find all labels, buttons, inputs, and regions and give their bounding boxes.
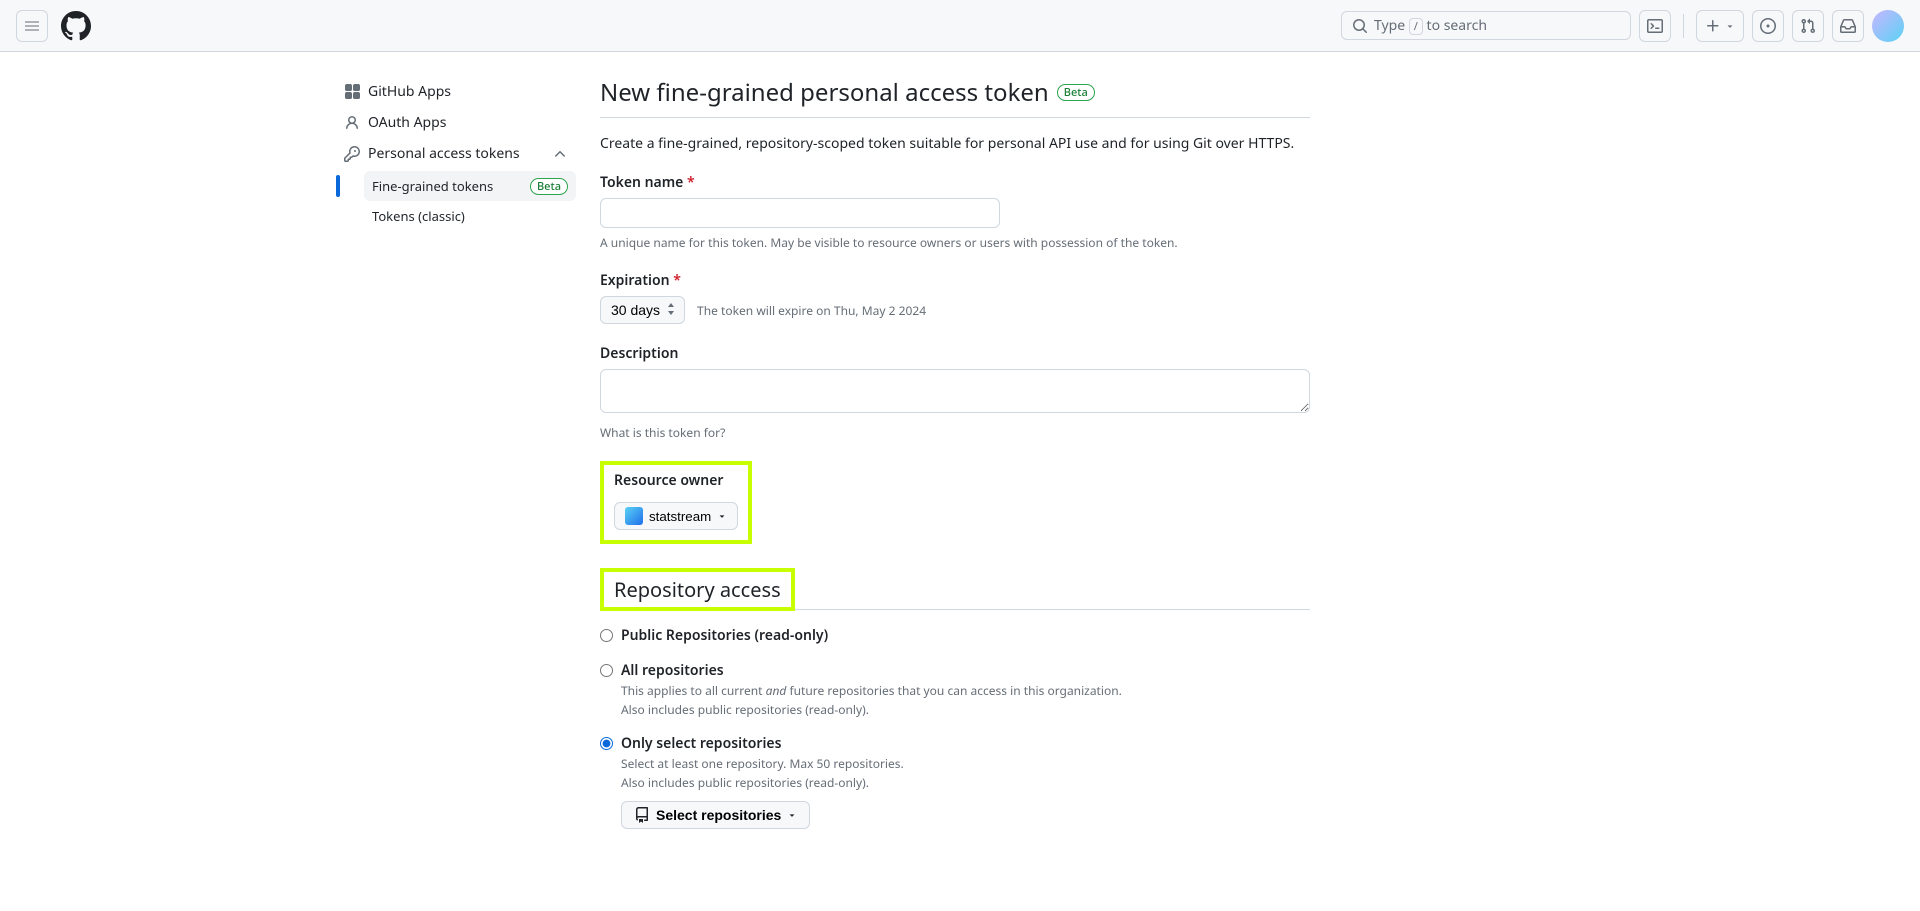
sidebar-sub-label: Fine-grained tokens <box>372 177 493 195</box>
command-palette-button[interactable] <box>1639 10 1671 42</box>
select-repositories-button[interactable]: Select repositories <box>621 801 810 829</box>
triangle-down-icon <box>787 810 797 820</box>
header-right: Type / to search <box>1341 10 1904 42</box>
sidebar-item-label: Personal access tokens <box>368 144 520 163</box>
radio-select-input[interactable] <box>600 737 613 750</box>
resource-owner-avatar <box>625 507 643 525</box>
radio-select-desc: Select at least one repository. Max 50 r… <box>621 755 1310 772</box>
sidebar-item-pat[interactable]: Personal access tokens <box>336 138 576 169</box>
radio-select-label: Only select repositories <box>621 734 782 753</box>
repository-access-section: Repository access Public Repositories (r… <box>600 568 1310 829</box>
expiration-note: The token will expire on Thu, May 2 2024 <box>697 302 926 319</box>
issues-icon <box>1760 18 1776 34</box>
description-textarea[interactable] <box>600 369 1310 413</box>
page-title-text: New fine-grained personal access token <box>600 76 1049 109</box>
token-name-input[interactable] <box>600 198 1000 228</box>
page-intro: Create a fine-grained, repository-scoped… <box>600 134 1310 153</box>
hamburger-menu-button[interactable] <box>16 10 48 42</box>
github-icon <box>61 11 91 41</box>
beta-badge: Beta <box>530 178 568 195</box>
title-beta-badge: Beta <box>1057 84 1095 101</box>
header-divider <box>1683 14 1684 38</box>
inbox-icon <box>1840 18 1856 34</box>
pull-requests-button[interactable] <box>1792 10 1824 42</box>
triangle-down-icon <box>717 511 727 521</box>
pull-request-icon <box>1800 18 1816 34</box>
sidebar-item-oauth-apps[interactable]: OAuth Apps <box>336 107 576 138</box>
search-icon <box>1352 18 1368 34</box>
radio-all-desc: This applies to all current and future r… <box>621 682 1310 699</box>
header-left <box>16 10 92 42</box>
issues-button[interactable] <box>1752 10 1784 42</box>
select-repo-label: Select repositories <box>656 807 781 823</box>
notifications-button[interactable] <box>1832 10 1864 42</box>
select-arrows-icon <box>666 303 676 315</box>
radio-all-input[interactable] <box>600 664 613 677</box>
sidebar-item-label: GitHub Apps <box>368 82 451 101</box>
chevron-up-icon <box>552 146 568 162</box>
token-name-label: Token name * <box>600 173 695 192</box>
title-divider <box>600 117 1310 118</box>
radio-select-repos: Only select repositories Select at least… <box>600 734 1310 829</box>
user-avatar[interactable] <box>1872 10 1904 42</box>
plus-icon <box>1705 18 1721 34</box>
page-title: New fine-grained personal access token B… <box>600 76 1310 117</box>
terminal-icon <box>1647 18 1663 34</box>
search-box[interactable]: Type / to search <box>1341 11 1631 40</box>
radio-public-label: Public Repositories (read-only) <box>621 626 828 645</box>
repo-access-heading: Repository access <box>600 568 795 611</box>
github-logo[interactable] <box>60 10 92 42</box>
main-content: New fine-grained personal access token B… <box>600 76 1310 849</box>
resource-owner-highlight: Resource owner statstream <box>600 461 752 544</box>
expiration-label: Expiration * <box>600 271 681 290</box>
expiration-value: 30 days <box>611 302 660 318</box>
repo-icon <box>634 807 650 823</box>
radio-all-desc2: Also includes public repositories (read-… <box>621 701 1310 718</box>
hamburger-icon <box>24 18 40 34</box>
token-name-help: A unique name for this token. May be vis… <box>600 234 1310 251</box>
triangle-down-icon <box>1725 21 1735 31</box>
radio-public-input[interactable] <box>600 629 613 642</box>
radio-select-desc2: Also includes public repositories (read-… <box>621 774 1310 791</box>
sidebar-item-label: OAuth Apps <box>368 113 446 132</box>
create-new-button[interactable] <box>1696 10 1744 42</box>
key-icon <box>344 146 360 162</box>
sidebar-sub-label: Tokens (classic) <box>372 207 465 225</box>
person-icon <box>344 115 360 131</box>
description-help: What is this token for? <box>600 424 1310 441</box>
resource-owner-label: Resource owner <box>614 471 724 490</box>
resource-owner-value: statstream <box>649 509 711 524</box>
sidebar-sub-classic[interactable]: Tokens (classic) <box>364 201 576 231</box>
resource-owner-button[interactable]: statstream <box>614 502 738 530</box>
search-placeholder: Type / to search <box>1374 16 1487 35</box>
expiration-select[interactable]: 30 days <box>600 296 685 324</box>
expiration-section: Expiration * 30 days The token will expi… <box>600 271 1310 324</box>
radio-public-repos: Public Repositories (read-only) <box>600 626 1310 645</box>
global-header: Type / to search <box>0 0 1920 52</box>
description-section: Description What is this token for? <box>600 344 1310 441</box>
settings-sidebar: GitHub Apps OAuth Apps Personal access t… <box>336 76 576 849</box>
apps-icon <box>344 84 360 100</box>
radio-all-label: All repositories <box>621 661 724 680</box>
sidebar-item-github-apps[interactable]: GitHub Apps <box>336 76 576 107</box>
description-label: Description <box>600 344 678 363</box>
token-name-section: Token name * A unique name for this toke… <box>600 173 1310 251</box>
sidebar-sub-fine-grained[interactable]: Fine-grained tokens Beta <box>364 171 576 201</box>
radio-all-repos: All repositories This applies to all cur… <box>600 661 1310 718</box>
resource-owner-section: Resource owner statstream <box>600 461 1310 544</box>
